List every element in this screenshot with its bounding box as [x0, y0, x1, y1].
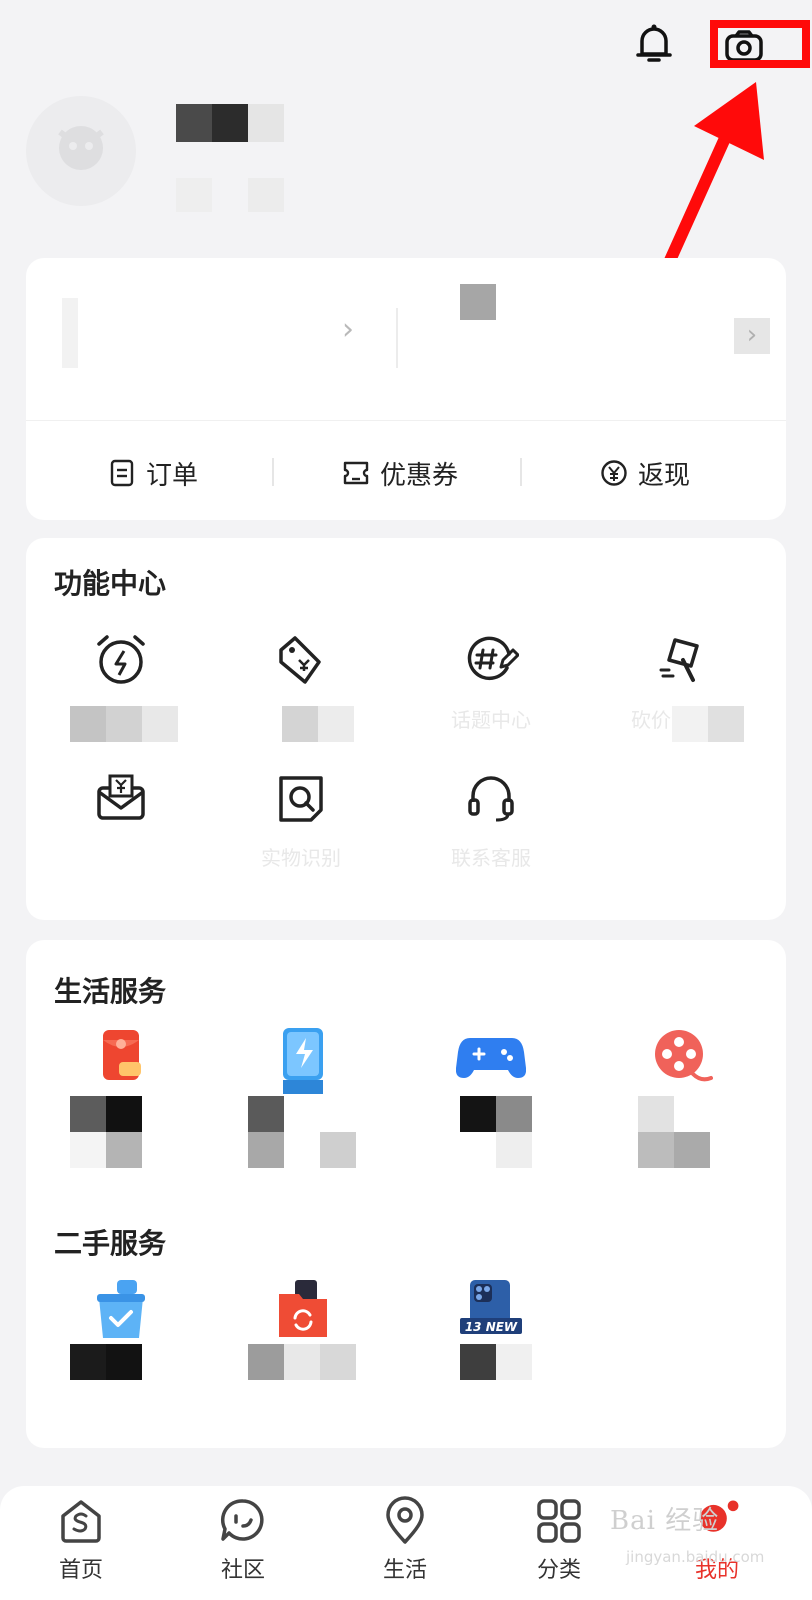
function-label: 话题中心 [451, 708, 531, 732]
function-label: 实物识别 [261, 846, 341, 870]
tab-label: 社区 [220, 1558, 265, 1583]
home-s-icon [56, 1496, 106, 1546]
headset-icon [468, 776, 514, 822]
life-service-item[interactable] [26, 1026, 216, 1086]
tab-home[interactable]: 首页 [0, 1486, 162, 1600]
life-service-item[interactable] [396, 1026, 586, 1086]
blue-card-flash-icon [283, 1028, 323, 1094]
function-label: 联系客服 [451, 846, 531, 870]
quick-action-order[interactable]: 订单 [108, 448, 198, 498]
recycle-folder-icon [279, 1280, 327, 1337]
tab-label: 生活 [382, 1558, 427, 1583]
user-info-blur [176, 178, 286, 212]
section-title: 二手服务 [54, 1227, 167, 1260]
function-center-card: 功能中心 话题中心 砍价免费拿 [26, 538, 786, 920]
chevron-right-icon: › [342, 312, 354, 347]
alarm-flash-icon [97, 635, 145, 684]
life-services-card: 生活服务 二手服务 13 NEW [26, 940, 786, 1448]
quick-action-label: 优惠券 [380, 460, 459, 491]
grid-four-icon [534, 1496, 584, 1546]
account-summary: › › [26, 258, 786, 420]
tab-life[interactable]: 生活 [324, 1486, 486, 1600]
function-item[interactable]: 实物识别 [206, 770, 396, 870]
watermark-logo: Bai 经验 [610, 1506, 720, 1536]
order-list-icon [110, 459, 134, 487]
highlight-annotation [710, 20, 810, 68]
bargain-hammer-icon [659, 638, 699, 682]
divider [26, 420, 786, 421]
price-tag-icon [279, 636, 321, 684]
username-blur [176, 104, 284, 142]
life-service-item[interactable] [208, 1026, 398, 1096]
quick-action-label: 返现 [638, 460, 691, 491]
profile-header [26, 96, 786, 216]
film-reel-icon [655, 1030, 713, 1082]
second-hand-item[interactable] [208, 1278, 398, 1342]
function-item[interactable]: 联系客服 [396, 770, 586, 870]
second-hand-item[interactable]: 13 NEW [396, 1278, 586, 1342]
account-left-panel[interactable]: › [26, 258, 396, 420]
second-hand-item[interactable] [26, 1278, 216, 1342]
quick-action-coupon[interactable]: 优惠券 [342, 448, 458, 498]
avatar[interactable] [26, 96, 136, 206]
section-title: 功能中心 [54, 567, 167, 600]
chevron-right-icon: › [734, 318, 770, 354]
community-bubble-icon [218, 1496, 268, 1546]
divider [520, 458, 522, 486]
yen-circle-icon [601, 460, 627, 486]
life-service-item[interactable] [586, 1026, 776, 1086]
divider [272, 458, 274, 486]
top-bar [0, 0, 812, 90]
quick-action-cashback[interactable]: 返现 [600, 448, 690, 498]
new-badge-text: 13 NEW [465, 1320, 518, 1334]
red-packet-coffee-icon [103, 1030, 141, 1080]
checked-box-icon [97, 1280, 145, 1338]
bell-icon[interactable] [630, 20, 678, 68]
tab-label: 分类 [536, 1558, 581, 1583]
tab-label: 首页 [58, 1558, 103, 1583]
topic-edit-icon [467, 636, 519, 681]
quick-action-label: 订单 [146, 460, 199, 491]
gamepad-icon [456, 1038, 526, 1078]
location-pin-icon [380, 1496, 430, 1546]
account-right-panel[interactable]: › [398, 258, 786, 420]
account-card: › › 订单 优惠券 返现 [26, 258, 786, 520]
watermark-url: jingyan.baidu.com [626, 1548, 765, 1566]
function-item[interactable]: 话题中心 [396, 632, 586, 732]
wallet-envelope-icon [97, 774, 145, 820]
coupon-icon [343, 461, 369, 485]
function-item[interactable] [26, 770, 216, 868]
phone-13-new-icon: 13 NEW [460, 1280, 522, 1334]
tab-community[interactable]: 社区 [162, 1486, 324, 1600]
section-title: 生活服务 [54, 975, 167, 1008]
scan-search-icon [279, 776, 323, 822]
